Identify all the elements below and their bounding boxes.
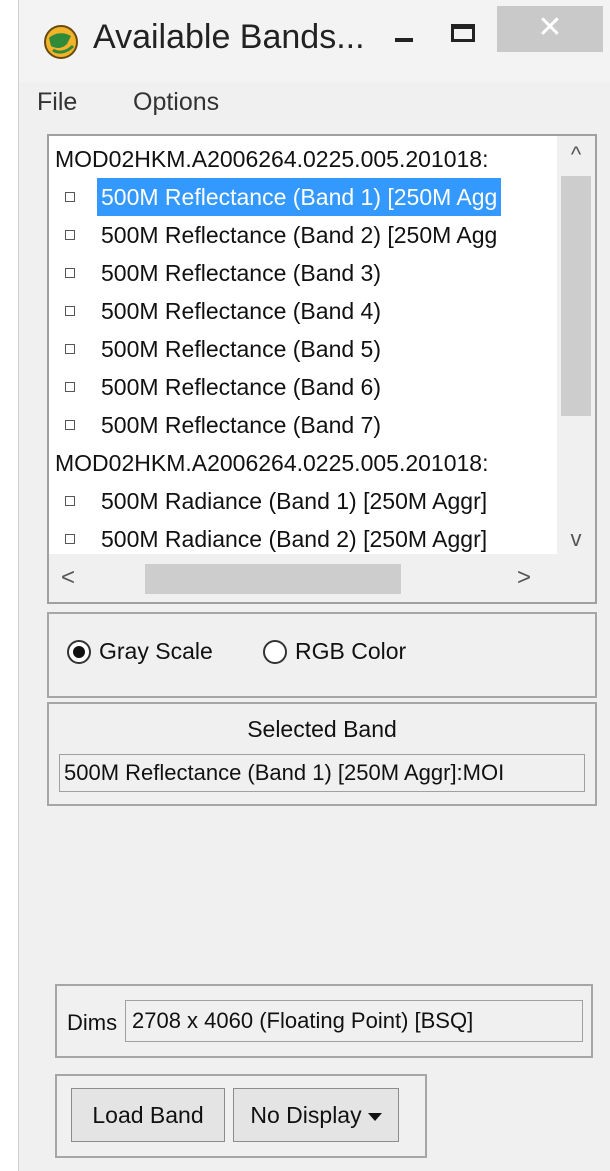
band-item[interactable]: 500M Reflectance (Band 1) [250M Agg bbox=[49, 178, 539, 216]
band-item-label: 500M Radiance (Band 2) [250M Aggr] bbox=[101, 526, 488, 552]
scroll-up-icon[interactable]: ^ bbox=[557, 142, 595, 172]
rgb-color-label: RGB Color bbox=[295, 638, 407, 664]
radio-unchecked-icon bbox=[263, 640, 287, 664]
actions-group: Load Band No Display bbox=[55, 1074, 427, 1158]
tree-node-icon bbox=[65, 306, 75, 316]
band-item-label: 500M Reflectance (Band 7) bbox=[101, 412, 381, 438]
dims-label: Dims bbox=[67, 1010, 118, 1035]
tree-node-icon bbox=[65, 382, 75, 392]
band-item[interactable]: 500M Reflectance (Band 5) bbox=[49, 330, 539, 368]
display-dropdown[interactable]: No Display bbox=[233, 1088, 399, 1142]
tree-node-icon bbox=[65, 496, 75, 506]
tree-node-icon bbox=[65, 344, 75, 354]
menu-bar: File Options bbox=[19, 82, 610, 122]
band-item[interactable]: 500M Reflectance (Band 3) bbox=[49, 254, 539, 292]
scroll-right-icon[interactable]: > bbox=[517, 564, 531, 592]
vertical-scrollbar[interactable]: ^ v bbox=[557, 136, 595, 554]
tree-node-icon bbox=[65, 534, 75, 544]
tree-node-icon bbox=[65, 230, 75, 240]
horizontal-scroll-thumb[interactable] bbox=[145, 564, 401, 594]
band-list[interactable]: MOD02HKM.A2006264.0225.005.201018: 500M … bbox=[47, 134, 597, 604]
gray-scale-radio[interactable]: Gray Scale bbox=[67, 638, 227, 672]
rgb-color-radio[interactable]: RGB Color bbox=[263, 638, 433, 672]
band-item[interactable]: 500M Reflectance (Band 6) bbox=[49, 368, 539, 406]
band-item[interactable]: 500M Radiance (Band 2) [250M Aggr] bbox=[49, 520, 539, 558]
selected-band-group: Selected Band 500M Reflectance (Band 1) … bbox=[47, 702, 597, 806]
radio-checked-icon bbox=[67, 640, 91, 664]
close-button[interactable]: ✕ bbox=[497, 6, 603, 52]
tree-node-icon bbox=[65, 268, 75, 278]
band-item-label: 500M Radiance (Band 1) [250M Aggr] bbox=[101, 488, 488, 514]
menu-options[interactable]: Options bbox=[133, 88, 219, 117]
selected-band-field[interactable]: 500M Reflectance (Band 1) [250M Aggr]:MO… bbox=[59, 754, 585, 792]
file-group-row[interactable]: MOD02HKM.A2006264.0225.005.201018: bbox=[49, 140, 539, 178]
menu-file[interactable]: File bbox=[37, 88, 77, 117]
file-group-row[interactable]: MOD02HKM.A2006264.0225.005.201018: bbox=[49, 444, 539, 482]
available-bands-window: Available Bands... ✕ File Options MOD02H… bbox=[18, 0, 610, 1171]
tree-node-icon bbox=[65, 192, 75, 202]
window-title: Available Bands... bbox=[93, 18, 365, 56]
band-item-label: 500M Reflectance (Band 2) [250M Agg bbox=[101, 222, 498, 248]
vertical-scroll-thumb[interactable] bbox=[561, 176, 591, 416]
chevron-down-icon bbox=[367, 1112, 382, 1121]
minimize-button[interactable] bbox=[391, 26, 419, 56]
band-item-label: 500M Reflectance (Band 1) [250M Agg bbox=[97, 178, 502, 216]
band-item-label: 500M Reflectance (Band 4) bbox=[101, 298, 381, 324]
title-bar: Available Bands... ✕ bbox=[19, 0, 610, 82]
scroll-down-icon[interactable]: v bbox=[557, 526, 595, 552]
color-mode-group: Gray Scale RGB Color bbox=[47, 612, 597, 698]
scroll-left-icon[interactable]: < bbox=[61, 564, 75, 592]
maximize-button[interactable] bbox=[451, 24, 475, 42]
display-dropdown-label: No Display bbox=[250, 1102, 362, 1128]
close-icon: ✕ bbox=[537, 11, 563, 44]
dims-group: Dims 2708 x 4060 (Floating Point) [BSQ] bbox=[55, 984, 593, 1058]
band-item-label: 500M Reflectance (Band 6) bbox=[101, 374, 381, 400]
band-item[interactable]: 500M Reflectance (Band 4) bbox=[49, 292, 539, 330]
band-item[interactable]: 500M Reflectance (Band 7) bbox=[49, 406, 539, 444]
band-item[interactable]: 500M Reflectance (Band 2) [250M Agg bbox=[49, 216, 539, 254]
dims-field[interactable]: 2708 x 4060 (Floating Point) [BSQ] bbox=[125, 1000, 583, 1042]
band-item-label: 500M Reflectance (Band 5) bbox=[101, 336, 381, 362]
band-item[interactable]: 500M Radiance (Band 1) [250M Aggr] bbox=[49, 482, 539, 520]
tree-node-icon bbox=[65, 420, 75, 430]
band-list-rows: MOD02HKM.A2006264.0225.005.201018: 500M … bbox=[49, 140, 539, 558]
band-item-label: 500M Reflectance (Band 3) bbox=[101, 260, 381, 286]
globe-icon bbox=[44, 25, 78, 59]
selected-band-heading: Selected Band bbox=[247, 716, 397, 742]
load-band-button[interactable]: Load Band bbox=[71, 1088, 225, 1142]
gray-scale-label: Gray Scale bbox=[99, 638, 213, 664]
horizontal-scrollbar[interactable]: < > bbox=[49, 554, 595, 602]
